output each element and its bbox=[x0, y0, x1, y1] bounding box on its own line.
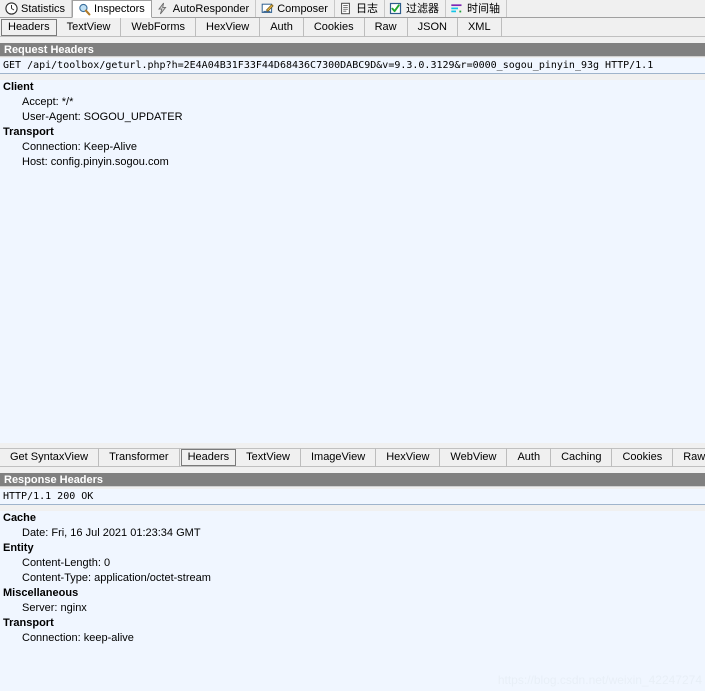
request-header-accept: Accept: */* bbox=[22, 96, 74, 108]
magnifier-icon bbox=[77, 2, 91, 16]
main-tab-inspectors[interactable]: Inspectors bbox=[72, 0, 152, 18]
main-tab-autoresponder[interactable]: AutoResponder bbox=[151, 0, 257, 17]
response-tab-webview[interactable]: WebView bbox=[440, 448, 508, 467]
response-headers-section-bar: Response Headers bbox=[0, 473, 705, 487]
response-header-group-cache: Cache bbox=[3, 512, 37, 524]
request-tab-hexview[interactable]: HexView bbox=[196, 17, 261, 37]
main-tab-label: Inspectors bbox=[94, 3, 145, 15]
response-header-content-length: Content-Length: 0 bbox=[22, 557, 111, 569]
response-tab-cookies[interactable]: Cookies bbox=[612, 448, 674, 467]
request-header-group-client: Client bbox=[3, 81, 34, 93]
main-tab-log[interactable]: 日志 bbox=[334, 0, 385, 17]
main-tab-label: AutoResponder bbox=[172, 2, 250, 15]
main-tab-composer[interactable]: Composer bbox=[256, 0, 335, 17]
lightning-bolt-icon bbox=[156, 2, 170, 16]
request-tab-headers[interactable]: Headers bbox=[1, 18, 57, 36]
main-tab-label: 日志 bbox=[355, 1, 378, 15]
main-tab-timeline[interactable]: 时间轴 bbox=[445, 0, 507, 17]
response-headers-pane[interactable]: Cache Date: Fri, 16 Jul 2021 01:23:34 GM… bbox=[0, 511, 705, 691]
main-tab-label: 时间轴 bbox=[466, 1, 500, 15]
response-tab-get-syntaxview[interactable]: Get SyntaxView bbox=[0, 448, 100, 467]
response-inspector-tab-strip: Get SyntaxView Transformer Headers TextV… bbox=[0, 448, 705, 467]
request-tab-xml[interactable]: XML bbox=[458, 17, 502, 37]
blog-watermark: https://blog.csdn.net/weixin_42247274 bbox=[497, 673, 702, 687]
request-inspector-tab-strip: Headers TextView WebForms HexView Auth C… bbox=[0, 17, 705, 37]
main-tab-statistics[interactable]: Statistics bbox=[0, 0, 73, 17]
response-tab-imageview[interactable]: ImageView bbox=[301, 448, 377, 467]
response-header-date: Date: Fri, 16 Jul 2021 01:23:34 GMT bbox=[22, 527, 201, 539]
main-tab-filters[interactable]: 过滤器 bbox=[384, 0, 446, 17]
response-status-line: HTTP/1.1 200 OK bbox=[0, 489, 705, 505]
filter-checkbox-icon bbox=[389, 2, 403, 16]
response-tab-hexview[interactable]: HexView bbox=[376, 448, 441, 467]
response-header-connection: Connection: keep-alive bbox=[22, 632, 134, 644]
request-tab-json[interactable]: JSON bbox=[408, 17, 458, 37]
timeline-icon bbox=[450, 2, 464, 16]
request-tab-webforms[interactable]: WebForms bbox=[121, 17, 196, 37]
response-header-group-transport: Transport bbox=[3, 617, 54, 629]
compose-pencil-icon bbox=[260, 2, 274, 16]
main-tab-strip: Statistics Inspectors AutoResponder Comp… bbox=[0, 0, 705, 18]
response-tab-raw[interactable]: Raw bbox=[673, 448, 705, 467]
main-tab-label: 过滤器 bbox=[405, 1, 439, 15]
request-tab-cookies[interactable]: Cookies bbox=[304, 17, 365, 37]
request-header-connection: Connection: Keep-Alive bbox=[22, 141, 137, 153]
response-header-group-entity: Entity bbox=[3, 542, 34, 554]
fiddler-inspectors-window: Statistics Inspectors AutoResponder Comp… bbox=[0, 0, 705, 691]
response-header-server: Server: nginx bbox=[22, 602, 87, 614]
request-header-user-agent: User-Agent: SOGOU_UPDATER bbox=[22, 111, 183, 123]
response-header-group-miscellaneous: Miscellaneous bbox=[3, 587, 79, 599]
log-document-icon bbox=[339, 2, 353, 16]
main-tab-label: Statistics bbox=[21, 2, 66, 15]
request-tab-auth[interactable]: Auth bbox=[260, 17, 304, 37]
response-tab-transformer[interactable]: Transformer bbox=[99, 448, 180, 467]
main-tab-label: Composer bbox=[277, 2, 328, 15]
response-tab-auth[interactable]: Auth bbox=[507, 448, 552, 467]
statistics-clock-icon bbox=[4, 2, 18, 16]
response-tab-headers[interactable]: Headers bbox=[180, 449, 237, 466]
response-header-content-type: Content-Type: application/octet-stream bbox=[22, 572, 211, 584]
request-headers-pane[interactable]: Client Accept: */* User-Agent: SOGOU_UPD… bbox=[0, 80, 705, 443]
request-tab-textview[interactable]: TextView bbox=[57, 17, 122, 37]
request-headers-section-bar: Request Headers bbox=[0, 43, 705, 57]
response-tab-caching[interactable]: Caching bbox=[551, 448, 613, 467]
request-header-host: Host: config.pinyin.sogou.com bbox=[22, 156, 169, 168]
request-tab-raw[interactable]: Raw bbox=[365, 17, 408, 37]
response-tab-textview[interactable]: TextView bbox=[236, 448, 301, 467]
request-header-group-transport: Transport bbox=[3, 126, 54, 138]
request-line: GET /api/toolbox/geturl.php?h=2E4A04B31F… bbox=[0, 58, 705, 74]
